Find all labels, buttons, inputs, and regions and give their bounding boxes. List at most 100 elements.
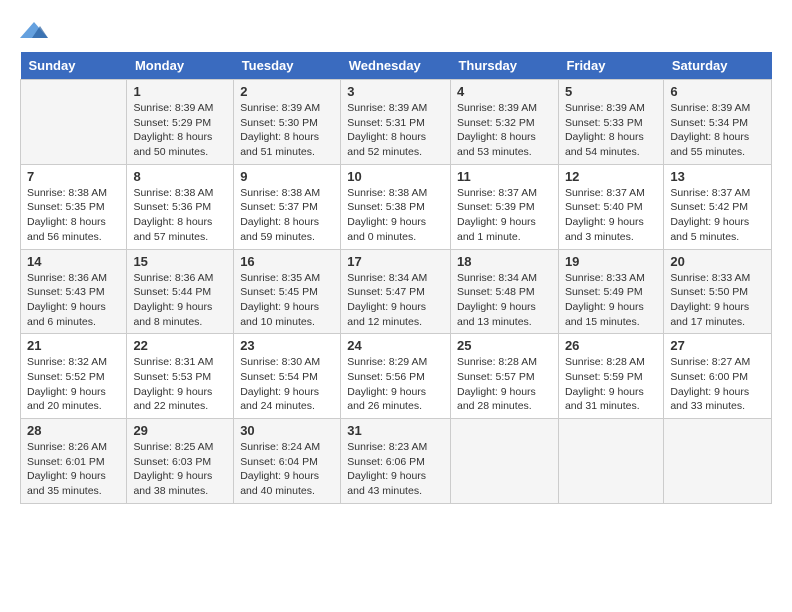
day-number: 5	[565, 84, 657, 99]
day-number: 28	[27, 423, 120, 438]
day-number: 8	[133, 169, 227, 184]
calendar-cell: 26 Sunrise: 8:28 AMSunset: 5:59 PMDayligh…	[558, 334, 663, 419]
logo-icon	[20, 20, 48, 42]
calendar-cell: 19 Sunrise: 8:33 AMSunset: 5:49 PMDayligh…	[558, 249, 663, 334]
day-number: 27	[670, 338, 765, 353]
day-number: 31	[347, 423, 444, 438]
day-number: 6	[670, 84, 765, 99]
day-detail: Sunrise: 8:33 AMSunset: 5:50 PMDaylight:…	[670, 271, 765, 330]
calendar-cell: 13 Sunrise: 8:37 AMSunset: 5:42 PMDayligh…	[664, 164, 772, 249]
day-detail: Sunrise: 8:28 AMSunset: 5:59 PMDaylight:…	[565, 355, 657, 414]
calendar-cell	[450, 419, 558, 504]
day-number: 18	[457, 254, 552, 269]
calendar-cell	[664, 419, 772, 504]
calendar-cell: 31 Sunrise: 8:23 AMSunset: 6:06 PMDayligh…	[341, 419, 451, 504]
calendar-cell: 18Sunrise: 8:34 AMSunset: 5:48 PMDayligh…	[450, 249, 558, 334]
calendar-cell: 22Sunrise: 8:31 AMSunset: 5:53 PMDayligh…	[127, 334, 234, 419]
weekday-header-sunday: Sunday	[21, 52, 127, 80]
day-detail: Sunrise: 8:38 AMSunset: 5:36 PMDaylight:…	[133, 186, 227, 245]
calendar-cell: 30 Sunrise: 8:24 AMSunset: 6:04 PMDayligh…	[234, 419, 341, 504]
day-number: 21	[27, 338, 120, 353]
day-number: 4	[457, 84, 552, 99]
day-number: 15	[133, 254, 227, 269]
calendar-cell: 28 Sunrise: 8:26 AMSunset: 6:01 PMDayligh…	[21, 419, 127, 504]
calendar-cell: 8 Sunrise: 8:38 AMSunset: 5:36 PMDaylight…	[127, 164, 234, 249]
day-detail: Sunrise: 8:38 AMSunset: 5:37 PMDaylight:…	[240, 186, 334, 245]
day-detail: Sunrise: 8:24 AMSunset: 6:04 PMDaylight:…	[240, 440, 334, 499]
weekday-header-thursday: Thursday	[450, 52, 558, 80]
calendar-cell: 4 Sunrise: 8:39 AMSunset: 5:32 PMDaylight…	[450, 80, 558, 165]
day-number: 26	[565, 338, 657, 353]
day-number: 1	[133, 84, 227, 99]
day-number: 30	[240, 423, 334, 438]
day-detail: Sunrise: 8:27 AMSunset: 6:00 PMDaylight:…	[670, 355, 765, 414]
day-number: 7	[27, 169, 120, 184]
calendar-cell: 23 Sunrise: 8:30 AMSunset: 5:54 PMDayligh…	[234, 334, 341, 419]
day-number: 2	[240, 84, 334, 99]
weekday-header-row: SundayMondayTuesdayWednesdayThursdayFrid…	[21, 52, 772, 80]
day-number: 20	[670, 254, 765, 269]
day-detail: Sunrise: 8:35 AMSunset: 5:45 PMDaylight:…	[240, 271, 334, 330]
day-number: 25	[457, 338, 552, 353]
day-number: 11	[457, 169, 552, 184]
day-detail: Sunrise: 8:28 AMSunset: 5:57 PMDaylight:…	[457, 355, 552, 414]
calendar-cell: 24 Sunrise: 8:29 AMSunset: 5:56 PMDayligh…	[341, 334, 451, 419]
day-number: 13	[670, 169, 765, 184]
calendar-week-row: 1 Sunrise: 8:39 AMSunset: 5:29 PMDaylight…	[21, 80, 772, 165]
calendar-cell: 9 Sunrise: 8:38 AMSunset: 5:37 PMDaylight…	[234, 164, 341, 249]
day-number: 16	[240, 254, 334, 269]
day-number: 12	[565, 169, 657, 184]
day-detail: Sunrise: 8:39 AMSunset: 5:32 PMDaylight:…	[457, 101, 552, 160]
day-detail: Sunrise: 8:36 AMSunset: 5:43 PMDaylight:…	[27, 271, 120, 330]
calendar-week-row: 14 Sunrise: 8:36 AMSunset: 5:43 PMDayligh…	[21, 249, 772, 334]
weekday-header-friday: Friday	[558, 52, 663, 80]
day-number: 23	[240, 338, 334, 353]
calendar-cell: 21Sunrise: 8:32 AMSunset: 5:52 PMDayligh…	[21, 334, 127, 419]
calendar-cell: 16 Sunrise: 8:35 AMSunset: 5:45 PMDayligh…	[234, 249, 341, 334]
day-number: 17	[347, 254, 444, 269]
day-detail: Sunrise: 8:39 AMSunset: 5:34 PMDaylight:…	[670, 101, 765, 160]
page-header	[20, 20, 772, 42]
calendar-cell: 5Sunrise: 8:39 AMSunset: 5:33 PMDaylight…	[558, 80, 663, 165]
calendar-cell: 20 Sunrise: 8:33 AMSunset: 5:50 PMDayligh…	[664, 249, 772, 334]
calendar-cell	[558, 419, 663, 504]
calendar-week-row: 21Sunrise: 8:32 AMSunset: 5:52 PMDayligh…	[21, 334, 772, 419]
weekday-header-saturday: Saturday	[664, 52, 772, 80]
calendar-cell: 17 Sunrise: 8:34 AMSunset: 5:47 PMDayligh…	[341, 249, 451, 334]
day-number: 19	[565, 254, 657, 269]
weekday-header-monday: Monday	[127, 52, 234, 80]
day-detail: Sunrise: 8:33 AMSunset: 5:49 PMDaylight:…	[565, 271, 657, 330]
calendar-cell: 11 Sunrise: 8:37 AMSunset: 5:39 PMDayligh…	[450, 164, 558, 249]
calendar-table: SundayMondayTuesdayWednesdayThursdayFrid…	[20, 52, 772, 504]
calendar-cell: 27 Sunrise: 8:27 AMSunset: 6:00 PMDayligh…	[664, 334, 772, 419]
day-detail: Sunrise: 8:31 AMSunset: 5:53 PMDaylight:…	[133, 355, 227, 414]
logo	[20, 20, 52, 42]
day-detail: Sunrise: 8:38 AMSunset: 5:38 PMDaylight:…	[347, 186, 444, 245]
day-detail: Sunrise: 8:30 AMSunset: 5:54 PMDaylight:…	[240, 355, 334, 414]
weekday-header-tuesday: Tuesday	[234, 52, 341, 80]
calendar-cell: 12 Sunrise: 8:37 AMSunset: 5:40 PMDayligh…	[558, 164, 663, 249]
calendar-cell: 2Sunrise: 8:39 AMSunset: 5:30 PMDaylight…	[234, 80, 341, 165]
day-detail: Sunrise: 8:37 AMSunset: 5:42 PMDaylight:…	[670, 186, 765, 245]
calendar-week-row: 28 Sunrise: 8:26 AMSunset: 6:01 PMDayligh…	[21, 419, 772, 504]
calendar-cell: 3Sunrise: 8:39 AMSunset: 5:31 PMDaylight…	[341, 80, 451, 165]
calendar-cell: 14 Sunrise: 8:36 AMSunset: 5:43 PMDayligh…	[21, 249, 127, 334]
calendar-cell: 10Sunrise: 8:38 AMSunset: 5:38 PMDayligh…	[341, 164, 451, 249]
day-detail: Sunrise: 8:26 AMSunset: 6:01 PMDaylight:…	[27, 440, 120, 499]
calendar-cell: 15 Sunrise: 8:36 AMSunset: 5:44 PMDayligh…	[127, 249, 234, 334]
day-detail: Sunrise: 8:39 AMSunset: 5:29 PMDaylight:…	[133, 101, 227, 160]
day-number: 24	[347, 338, 444, 353]
calendar-cell: 1 Sunrise: 8:39 AMSunset: 5:29 PMDaylight…	[127, 80, 234, 165]
calendar-cell	[21, 80, 127, 165]
day-number: 29	[133, 423, 227, 438]
day-number: 9	[240, 169, 334, 184]
day-detail: Sunrise: 8:37 AMSunset: 5:40 PMDaylight:…	[565, 186, 657, 245]
day-detail: Sunrise: 8:34 AMSunset: 5:47 PMDaylight:…	[347, 271, 444, 330]
day-detail: Sunrise: 8:23 AMSunset: 6:06 PMDaylight:…	[347, 440, 444, 499]
day-detail: Sunrise: 8:36 AMSunset: 5:44 PMDaylight:…	[133, 271, 227, 330]
day-detail: Sunrise: 8:37 AMSunset: 5:39 PMDaylight:…	[457, 186, 552, 245]
day-detail: Sunrise: 8:29 AMSunset: 5:56 PMDaylight:…	[347, 355, 444, 414]
calendar-cell: 29Sunrise: 8:25 AMSunset: 6:03 PMDayligh…	[127, 419, 234, 504]
day-detail: Sunrise: 8:38 AMSunset: 5:35 PMDaylight:…	[27, 186, 120, 245]
day-number: 14	[27, 254, 120, 269]
